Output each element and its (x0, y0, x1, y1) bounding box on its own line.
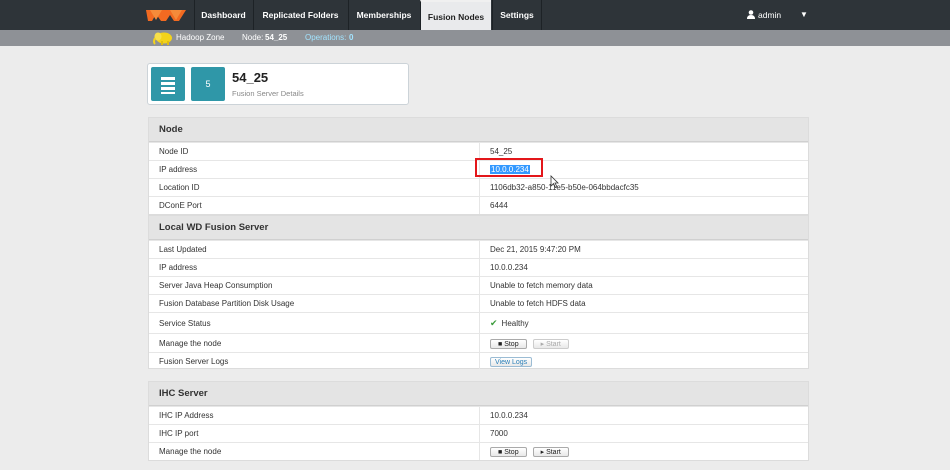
table-row: Location ID 1106db32-a850-11e5-b50e-064b… (149, 178, 808, 196)
ihc-manage-actions: ■ Stop ▸ Start (490, 443, 575, 461)
table-row: Manage the node ■ Stop ▸ Start (149, 333, 808, 352)
start-button[interactable]: ▸ Start (532, 338, 569, 349)
menu-icon[interactable] (151, 67, 185, 101)
chevron-down-icon[interactable]: ▼ (800, 0, 808, 30)
tab-dashboard[interactable]: Dashboard (194, 0, 252, 30)
row-label: Fusion Server Logs (159, 357, 229, 366)
check-icon: ✔ (490, 318, 498, 328)
row-label: IHC IP port (159, 429, 199, 438)
last-updated-value: Dec 21, 2015 9:47:20 PM (490, 245, 581, 254)
local-server-panel: Local WD Fusion Server Last Updated Dec … (148, 215, 809, 369)
hadoop-elephant-icon (153, 32, 172, 45)
row-label: Fusion Database Partition Disk Usage (159, 299, 295, 308)
manage-node-actions: ■ Stop ▸ Start (490, 334, 575, 353)
dcone-port-value: 6444 (490, 201, 508, 210)
zone-bar: Hadoop Zone Node: 54_25 Operations: 0 (0, 30, 950, 46)
page-title: 54_25 (232, 70, 269, 85)
table-row: IHC IP Address 10.0.0.234 (149, 406, 808, 424)
disk-usage-value: Unable to fetch HDFS data (490, 299, 586, 308)
row-label: Node ID (159, 147, 189, 156)
table-row: Fusion Database Partition Disk Usage Una… (149, 294, 808, 312)
wandisco-logo[interactable] (146, 6, 186, 24)
tab-fusion-nodes[interactable]: Fusion Nodes (420, 0, 491, 30)
view-logs-button[interactable]: View Logs (490, 356, 533, 367)
mouse-cursor-icon (550, 175, 559, 188)
table-row: Last Updated Dec 21, 2015 9:47:20 PM (149, 240, 808, 258)
user-icon (747, 10, 755, 19)
row-label: IP address (159, 165, 198, 174)
row-label: DConE Port (159, 201, 202, 210)
highlight-box (475, 158, 543, 177)
ip-address-value: 10.0.0.234 (490, 263, 528, 272)
table-row: Manage the node ■ Stop ▸ Start (149, 442, 808, 460)
row-label: Manage the node (159, 447, 222, 456)
ihc-ip-value: 10.0.0.234 (490, 411, 528, 420)
row-label: Last Updated (159, 245, 207, 254)
table-row: IHC IP port 7000 (149, 424, 808, 442)
tab-settings[interactable]: Settings (492, 0, 542, 30)
row-label: Service Status (159, 319, 211, 328)
node-count-badge[interactable]: 5 (191, 67, 225, 101)
node-label: Node: (242, 33, 264, 42)
location-id-value: 1106db32-a850-11e5-b50e-064bbdacfc35 (490, 183, 639, 192)
top-nav: Dashboard Replicated Folders Memberships… (0, 0, 950, 30)
tab-replicated-folders[interactable]: Replicated Folders (253, 0, 347, 30)
ihc-start-button[interactable]: ▸ Start (532, 446, 569, 457)
tab-memberships[interactable]: Memberships (348, 0, 419, 30)
node-value: 54_25 (265, 33, 288, 42)
table-row: DConE Port 6444 (149, 196, 808, 214)
section-title-ihc-server: IHC Server (149, 382, 808, 406)
zone-name: Hadoop Zone (176, 33, 225, 42)
row-label: IP address (159, 263, 198, 272)
table-row: Fusion Server Logs View Logs (149, 352, 808, 369)
user-name: admin (758, 10, 782, 20)
row-label: Manage the node (159, 339, 222, 348)
page-subtitle: Fusion Server Details (232, 89, 304, 98)
row-label: IHC IP Address (159, 411, 214, 420)
node-header-card: 5 54_25 Fusion Server Details (147, 63, 409, 105)
service-status: ✔ Healthy (490, 318, 529, 328)
row-label: Location ID (159, 183, 200, 192)
heap-value: Unable to fetch memory data (490, 281, 593, 290)
operations-label: Operations: (305, 33, 347, 42)
operations-count: 0 (349, 33, 354, 42)
ihc-server-panel: IHC Server IHC IP Address 10.0.0.234 IHC… (148, 381, 809, 461)
user-menu[interactable]: admin (747, 0, 781, 30)
section-title-local-server: Local WD Fusion Server (149, 216, 808, 240)
stop-button[interactable]: ■ Stop (490, 338, 527, 349)
ihc-port-value: 7000 (490, 429, 508, 438)
row-label: Server Java Heap Consumption (159, 281, 273, 290)
ihc-stop-button[interactable]: ■ Stop (490, 446, 527, 457)
table-row: IP address 10.0.0.234 (149, 258, 808, 276)
section-title-node: Node (149, 118, 808, 142)
table-row: Service Status ✔ Healthy (149, 312, 808, 333)
table-row: Server Java Heap Consumption Unable to f… (149, 276, 808, 294)
